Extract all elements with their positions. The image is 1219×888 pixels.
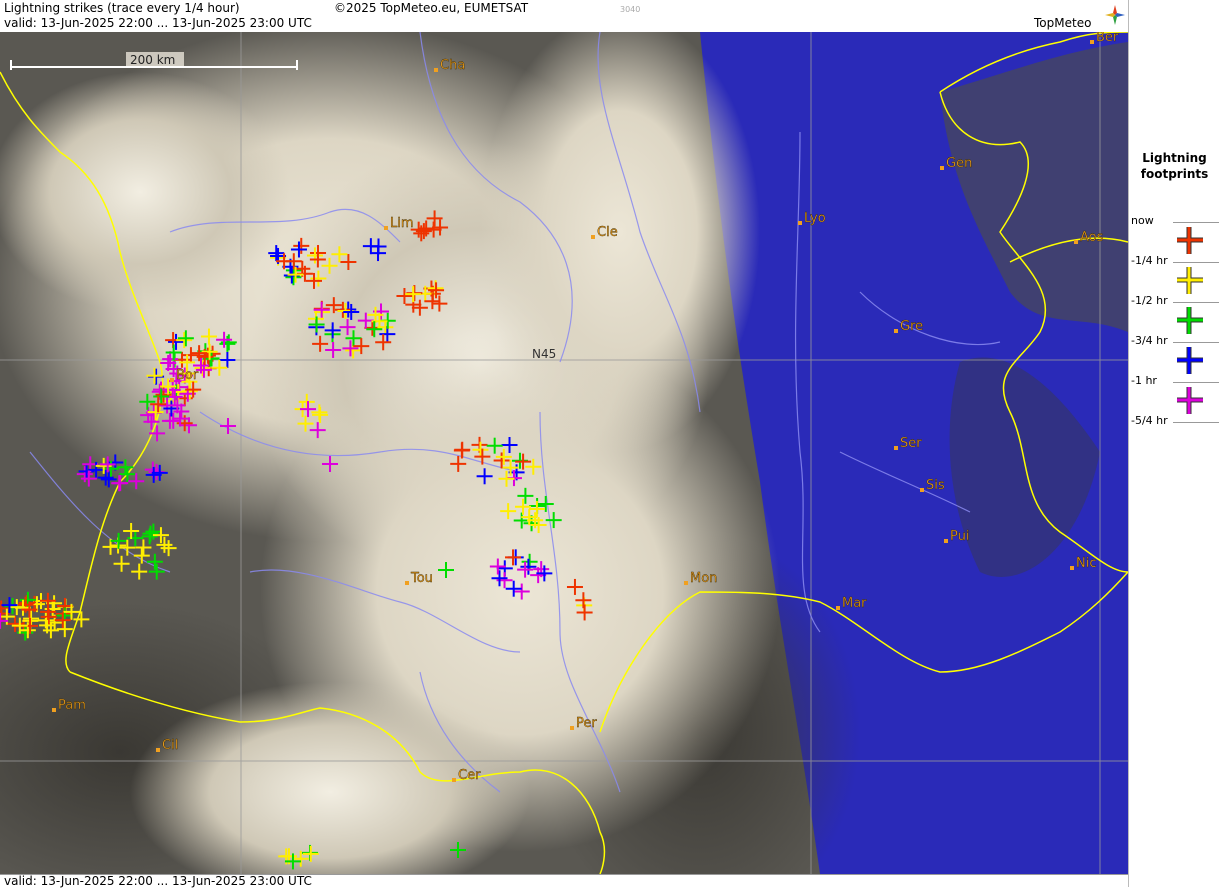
legend-title-line2: footprints xyxy=(1140,167,1209,181)
legend-item-label: -3/4 hr xyxy=(1131,334,1168,347)
legend-item-label: -1/4 hr xyxy=(1131,254,1168,267)
city-label: Ser xyxy=(900,436,922,451)
satellite-map[interactable]: N45 200 km Cha Ber Gen Lim Cle Lyo Aos G… xyxy=(0,32,1128,874)
city-dot xyxy=(170,378,174,382)
city-label: Aos xyxy=(1080,230,1104,245)
legend-item-label: -5/4 hr xyxy=(1131,414,1168,427)
cloud-mass-east xyxy=(480,32,760,452)
city-label: Tou xyxy=(410,571,433,586)
legend-cross-icon xyxy=(1177,227,1203,254)
latitude-label: N45 xyxy=(532,347,556,361)
city-label: Gen xyxy=(946,156,972,171)
city-label: Cle xyxy=(597,225,618,240)
city-pam: Pam xyxy=(52,698,86,713)
legend-title: Lightning footprints xyxy=(1129,150,1219,182)
legend-item: -5/4 hr xyxy=(1129,414,1219,462)
city-label: Sis xyxy=(926,478,945,493)
city-dot xyxy=(384,226,388,230)
city-dot xyxy=(52,708,56,712)
city-dot xyxy=(570,726,574,730)
legend-item-label: -1/2 hr xyxy=(1131,294,1168,307)
city-dot xyxy=(434,68,438,72)
map-title: Lightning strikes (trace every 1/4 hour) xyxy=(4,1,240,15)
legend-divider xyxy=(1173,422,1219,423)
legend-cross-icon xyxy=(1177,347,1203,374)
topmeteo-logo[interactable]: TopMeteo xyxy=(1032,2,1128,32)
city-dot xyxy=(1070,566,1074,570)
legend-divider xyxy=(1173,382,1219,383)
logo-text: TopMeteo xyxy=(1034,16,1092,30)
city-label: Lyo xyxy=(804,211,826,226)
legend-cross-icon xyxy=(1177,267,1203,294)
city-dot xyxy=(894,329,898,333)
city-dot xyxy=(156,748,160,752)
header-bar: Lightning strikes (trace every 1/4 hour)… xyxy=(0,0,1128,32)
city-dot xyxy=(684,581,688,585)
city-dot xyxy=(591,235,595,239)
legend-item-label: -1 hr xyxy=(1131,374,1157,387)
map-canvas: N45 200 km ChaBerGenLimCleLyoAosGreBorSe… xyxy=(0,32,1128,874)
legend-divider xyxy=(1173,302,1219,303)
scale-label: 200 km xyxy=(130,53,175,67)
city-label: Nic xyxy=(1076,556,1096,571)
legend-item-label: now xyxy=(1131,214,1154,227)
legend-cross-icon xyxy=(1177,307,1203,334)
valid-time-header: valid: 13-Jun-2025 22:00 ... 13-Jun-2025… xyxy=(4,16,312,30)
compass-icon xyxy=(1105,5,1125,25)
city-label: Pui xyxy=(950,529,969,544)
legend-divider xyxy=(1173,262,1219,263)
city-label: Ber xyxy=(1096,32,1119,45)
city-label: Mar xyxy=(842,596,867,611)
city-label: Gre xyxy=(900,319,923,334)
city-label: Cil xyxy=(162,738,178,753)
city-dot xyxy=(452,778,456,782)
legend-title-line1: Lightning xyxy=(1142,151,1207,165)
city-dot xyxy=(405,581,409,585)
city-dot xyxy=(920,488,924,492)
city-dot xyxy=(798,221,802,225)
legend-panel: Lightning footprints now -1/4 hr -1/2 hr -3… xyxy=(1128,0,1219,887)
city-dot xyxy=(894,446,898,450)
city-dot xyxy=(1090,40,1094,44)
city-label: Cha xyxy=(440,58,465,73)
copyright-text: ©2025 TopMeteo.eu, EUMETSAT xyxy=(334,1,529,15)
city-label: Pam xyxy=(58,698,86,713)
city-label: Mon xyxy=(690,571,717,586)
legend-divider xyxy=(1173,342,1219,343)
city-dot xyxy=(944,539,948,543)
footer-bar: valid: 13-Jun-2025 22:00 ... 13-Jun-2025… xyxy=(0,874,1128,888)
image-code: 3040 xyxy=(620,5,641,14)
cloud-mass-west xyxy=(0,72,290,312)
city-dot xyxy=(940,166,944,170)
legend-cross-icon xyxy=(1177,387,1203,414)
city-dot xyxy=(1074,240,1078,244)
city-label: Lim xyxy=(390,216,414,231)
city-dot xyxy=(836,606,840,610)
city-label: Per xyxy=(576,716,597,731)
city-label: Bor xyxy=(176,368,199,383)
valid-time-footer: valid: 13-Jun-2025 22:00 ... 13-Jun-2025… xyxy=(4,874,312,888)
city-label: Cer xyxy=(458,768,481,783)
legend-divider xyxy=(1173,222,1219,223)
